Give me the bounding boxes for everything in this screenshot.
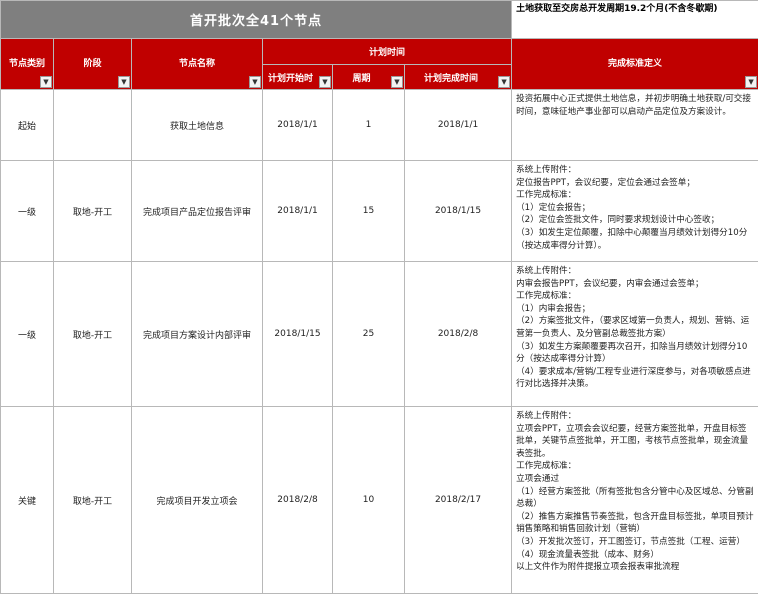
cell-stage[interactable]: 取地-开工: [54, 407, 132, 594]
sheet-title: 首开批次全41个节点: [1, 1, 512, 39]
filter-dropdown-plan-finish-icon[interactable]: ▼: [498, 76, 510, 88]
filter-dropdown-node-type-icon[interactable]: ▼: [40, 76, 52, 88]
cell-node-type[interactable]: 一级: [1, 161, 54, 262]
table-row: 关键 取地-开工 完成项目开发立项会 2018/2/8 10 2018/2/17…: [1, 407, 758, 594]
header-standard: 完成标准定义 ▼: [512, 39, 758, 90]
cell-stage[interactable]: [54, 90, 132, 161]
table-row: 一级 取地-开工 完成项目产品定位报告评审 2018/1/1 15 2018/1…: [1, 161, 758, 262]
cell-stage[interactable]: 取地-开工: [54, 161, 132, 262]
header-stage-label: 阶段: [54, 56, 131, 69]
cell-node-type[interactable]: 关键: [1, 407, 54, 594]
header-plan-start: 计划开始时 ▼: [263, 64, 333, 90]
header-node-type-label: 节点类别: [1, 56, 53, 69]
header-node-name: 节点名称 ▼: [132, 39, 263, 90]
filter-dropdown-duration-icon[interactable]: ▼: [391, 76, 403, 88]
cell-plan-finish[interactable]: 2018/2/8: [405, 262, 512, 407]
header-plan-finish-label: 计划完成时间: [405, 71, 497, 84]
cell-standard[interactable]: 投资拓展中心正式提供土地信息，并初步明确土地获取/可交接时间，意味征地产事业部可…: [512, 90, 758, 161]
cell-node-name[interactable]: 完成项目开发立项会: [132, 407, 263, 594]
cell-duration[interactable]: 25: [333, 262, 405, 407]
filter-dropdown-node-name-icon[interactable]: ▼: [249, 76, 261, 88]
cell-stage[interactable]: 取地-开工: [54, 262, 132, 407]
header-standard-label: 完成标准定义: [512, 56, 758, 69]
cell-duration[interactable]: 1: [333, 90, 405, 161]
header-node-name-label: 节点名称: [132, 56, 262, 69]
cell-plan-start[interactable]: 2018/1/1: [263, 90, 333, 161]
table-row: 起始 获取土地信息 2018/1/1 1 2018/1/1 投资拓展中心正式提供…: [1, 90, 758, 161]
period-note: 土地获取至交房总开发周期19.2个月(不含冬歇期): [512, 1, 758, 39]
header-stage: 阶段 ▼: [54, 39, 132, 90]
header-duration: 周期 ▼: [333, 64, 405, 90]
cell-duration[interactable]: 10: [333, 407, 405, 594]
filter-dropdown-standard-icon[interactable]: ▼: [745, 76, 757, 88]
cell-node-name[interactable]: 完成项目方案设计内部评审: [132, 262, 263, 407]
schedule-table: 首开批次全41个节点 土地获取至交房总开发周期19.2个月(不含冬歇期) 节点类…: [0, 0, 758, 594]
header-plan-time: 计划时间: [263, 39, 512, 65]
cell-node-type[interactable]: 起始: [1, 90, 54, 161]
cell-plan-start[interactable]: 2018/1/15: [263, 262, 333, 407]
header-plan-start-label: 计划开始时: [263, 71, 318, 84]
cell-standard[interactable]: 系统上传附件： 定位报告PPT，会议纪要，定位会通过会签单； 工作完成标准： （…: [512, 161, 758, 262]
cell-plan-finish[interactable]: 2018/2/17: [405, 407, 512, 594]
cell-plan-start[interactable]: 2018/2/8: [263, 407, 333, 594]
cell-plan-start[interactable]: 2018/1/1: [263, 161, 333, 262]
cell-node-type[interactable]: 一级: [1, 262, 54, 407]
filter-dropdown-stage-icon[interactable]: ▼: [118, 76, 130, 88]
header-duration-label: 周期: [333, 71, 390, 84]
cell-duration[interactable]: 15: [333, 161, 405, 262]
header-node-type: 节点类别 ▼: [1, 39, 54, 90]
cell-node-name[interactable]: 获取土地信息: [132, 90, 263, 161]
table-row: 一级 取地-开工 完成项目方案设计内部评审 2018/1/15 25 2018/…: [1, 262, 758, 407]
cell-plan-finish[interactable]: 2018/1/1: [405, 90, 512, 161]
cell-standard[interactable]: 系统上传附件： 立项会PPT，立项会会议纪要，经营方案签批单，开盘目标签批单，关…: [512, 407, 758, 594]
cell-standard[interactable]: 系统上传附件： 内审会报告PPT，会议纪要，内审会通过会签单； 工作完成标准： …: [512, 262, 758, 407]
header-plan-finish: 计划完成时间 ▼: [405, 64, 512, 90]
cell-node-name[interactable]: 完成项目产品定位报告评审: [132, 161, 263, 262]
filter-dropdown-plan-start-icon[interactable]: ▼: [319, 76, 331, 88]
cell-plan-finish[interactable]: 2018/1/15: [405, 161, 512, 262]
